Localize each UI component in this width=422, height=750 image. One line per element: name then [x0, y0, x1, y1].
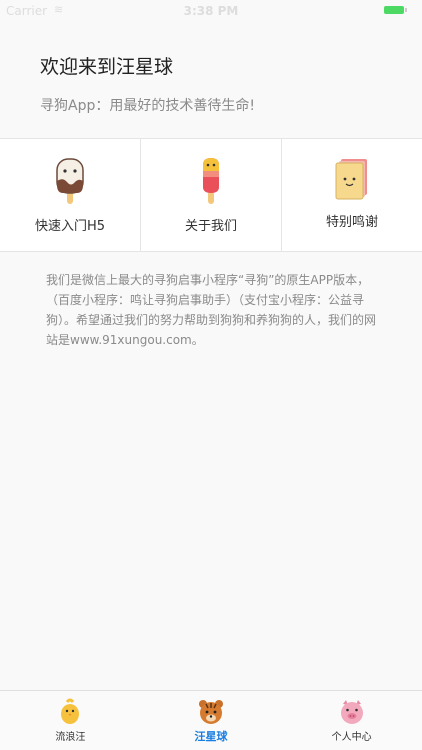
- notepad-icon: [335, 159, 367, 200]
- tab-dog-planet[interactable]: 汪星球: [141, 691, 282, 750]
- tab-label-profile: 个人中心: [331, 732, 372, 743]
- popsicle-icon: [56, 158, 84, 204]
- chick-icon: [61, 698, 80, 724]
- page-title: 欢迎来到汪星球: [40, 56, 174, 78]
- special-thanks-button[interactable]: 特别鸣谢: [282, 139, 422, 251]
- grid-label-quick-start: 快速入门H5: [34, 219, 106, 234]
- tab-label-dog-planet: 汪星球: [194, 730, 228, 743]
- quick-start-h5-button[interactable]: 快速入门H5: [0, 139, 141, 251]
- grid-label-about-us: 关于我们: [184, 219, 237, 234]
- status-bar: Carrier ≋ 3:38 PM: [0, 0, 422, 22]
- status-time: 3:38 PM: [183, 4, 239, 18]
- feature-grid: 快速入门H5 关于我们 特别鸣谢: [0, 138, 422, 252]
- tab-stray-dogs[interactable]: 流浪汪: [0, 691, 141, 750]
- pig-icon: [340, 700, 363, 724]
- grid-label-special-thanks: 特别鸣谢: [325, 215, 378, 230]
- ice-pop-icon: [203, 158, 219, 204]
- app-description: 我们是微信上最大的寻狗启事小程序“寻狗”的原生APP版本，（百度小程序：鸣让寻狗…: [46, 273, 377, 347]
- tab-label-stray-dogs: 流浪汪: [55, 732, 86, 743]
- about-us-button[interactable]: 关于我们: [141, 139, 282, 251]
- battery-icon: [384, 6, 407, 14]
- tiger-icon: [199, 700, 223, 724]
- page-header: 欢迎来到汪星球 寻狗App：用最好的技术善待生命!: [40, 52, 255, 115]
- tab-bar: 流浪汪 汪星球 个人中心: [0, 690, 422, 750]
- tab-profile[interactable]: 个人中心: [281, 691, 422, 750]
- page-subtitle: 寻狗App：用最好的技术善待生命!: [40, 98, 255, 114]
